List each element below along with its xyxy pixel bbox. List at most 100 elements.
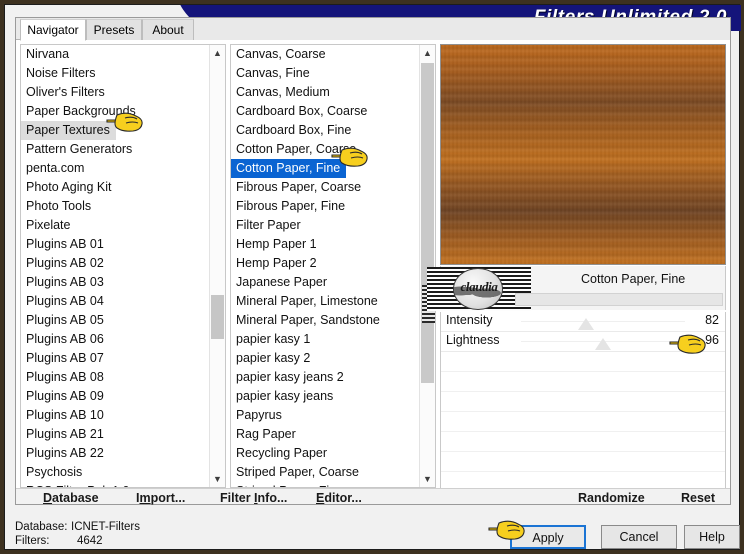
slider-row[interactable]: Lightness 96 — [441, 332, 725, 352]
slider-thumb[interactable] — [594, 338, 611, 350]
category-item[interactable]: Pattern Generators — [21, 140, 209, 159]
category-item[interactable]: Plugins AB 10 — [21, 406, 209, 425]
import-button[interactable]: Import... — [136, 491, 185, 505]
category-item[interactable]: Nirvana — [21, 45, 209, 64]
filter-item[interactable]: Striped Paper, Coarse — [231, 463, 419, 482]
scroll-up-icon[interactable]: ▲ — [420, 45, 435, 61]
filter-item[interactable]: Fibrous Paper, Fine — [231, 197, 419, 216]
category-item[interactable]: Noise Filters — [21, 64, 209, 83]
slider-value: 82 — [705, 313, 719, 327]
preview-progress-bar[interactable] — [515, 293, 723, 306]
filter-item[interactable]: Canvas, Fine — [231, 64, 419, 83]
filter-item[interactable]: Cardboard Box, Coarse — [231, 102, 419, 121]
application-window: Filters Unlimited 2.0 Navigator Presets … — [0, 0, 744, 554]
action-link-bar: Database Import... Filter Info... Editor… — [16, 488, 730, 505]
category-item[interactable]: Plugins AB 01 — [21, 235, 209, 254]
filter-item[interactable]: Canvas, Medium — [231, 83, 419, 102]
database-button[interactable]: Database — [43, 491, 99, 505]
category-list-items[interactable]: Nirvana Noise Filters Oliver's Filters Pape… — [21, 45, 209, 487]
category-item[interactable]: Plugins AB 22 — [21, 444, 209, 463]
filter-item[interactable]: Cotton Paper, Fine — [231, 159, 347, 178]
slider-track[interactable] — [521, 321, 685, 322]
category-item[interactable]: Plugins AB 03 — [21, 273, 209, 292]
filters-count-value: 4642 — [77, 535, 103, 547]
filter-item[interactable]: Striped Paper, Fine — [231, 482, 419, 487]
parameter-sliders: Intensity 82 Lightness 96 — [440, 312, 726, 492]
category-item[interactable]: Plugins AB 02 — [21, 254, 209, 273]
tab-strip: Navigator Presets About — [16, 18, 730, 41]
filters-label: Filters: — [15, 535, 50, 547]
filter-item[interactable]: papier kasy jeans 2 — [231, 368, 419, 387]
filter-item[interactable]: papier kasy 1 — [231, 330, 419, 349]
scrollbar-thumb[interactable] — [421, 63, 435, 383]
category-item[interactable]: Plugins AB 04 — [21, 292, 209, 311]
category-list[interactable]: Nirvana Noise Filters Oliver's Filters Pape… — [20, 44, 226, 488]
editor-button[interactable]: Editor... — [316, 491, 362, 505]
filter-item[interactable]: Hemp Paper 1 — [231, 235, 419, 254]
filter-item[interactable]: Mineral Paper, Limestone — [231, 292, 419, 311]
tab-strip-filler — [194, 19, 730, 40]
category-item[interactable]: penta.com — [21, 159, 209, 178]
category-item[interactable]: Photo Aging Kit — [21, 178, 209, 197]
filter-item[interactable]: Mineral Paper, Sandstone — [231, 311, 419, 330]
scroll-up-icon[interactable]: ▲ — [210, 45, 225, 61]
slider-row[interactable]: Intensity 82 — [441, 312, 725, 332]
scroll-down-icon[interactable]: ▼ — [420, 471, 435, 487]
database-label: Database: — [15, 521, 68, 533]
tab-presets[interactable]: Presets — [86, 19, 142, 40]
status-bar: Database: ICNET-Filters Filters: 4642 Ap… — [15, 509, 740, 549]
help-button[interactable]: Help — [684, 525, 740, 549]
category-item[interactable]: Photo Tools — [21, 197, 209, 216]
category-item[interactable]: Psychosis — [21, 463, 209, 482]
category-item[interactable]: Plugins AB 09 — [21, 387, 209, 406]
category-item[interactable]: Paper Backgrounds — [21, 102, 209, 121]
filter-item[interactable]: papier kasy 2 — [231, 349, 419, 368]
slider-value: 96 — [705, 333, 719, 347]
category-item[interactable]: RCS Filter Pak 1.0 — [21, 482, 209, 487]
filter-item[interactable]: Cotton Paper, Coarse — [231, 140, 419, 159]
filter-item[interactable]: Fibrous Paper, Coarse — [231, 178, 419, 197]
apply-button[interactable]: Apply — [510, 525, 586, 549]
filter-item[interactable]: Japanese Paper — [231, 273, 419, 292]
filter-item[interactable]: Rag Paper — [231, 425, 419, 444]
slider-row-empty — [441, 432, 725, 452]
category-item[interactable]: Plugins AB 07 — [21, 349, 209, 368]
scroll-down-icon[interactable]: ▼ — [210, 471, 225, 487]
selected-filter-name: Cotton Paper, Fine — [581, 272, 686, 286]
watermark-label: claudia — [460, 279, 498, 294]
category-item[interactable]: Plugins AB 05 — [21, 311, 209, 330]
category-item[interactable]: Plugins AB 08 — [21, 368, 209, 387]
slider-row-empty — [441, 412, 725, 432]
filter-list-items[interactable]: Canvas, Coarse Canvas, Fine Canvas, Medium… — [231, 45, 419, 487]
slider-row-empty — [441, 392, 725, 412]
filter-item[interactable]: Recycling Paper — [231, 444, 419, 463]
filter-item[interactable]: Hemp Paper 2 — [231, 254, 419, 273]
tab-navigator[interactable]: Navigator — [20, 19, 86, 41]
filter-list-scrollbar[interactable]: ▲ ▼ — [419, 45, 435, 487]
category-item[interactable]: Oliver's Filters — [21, 83, 209, 102]
randomize-button[interactable]: Randomize — [578, 491, 645, 505]
slider-thumb[interactable] — [577, 318, 594, 330]
filter-item[interactable]: Papyrus — [231, 406, 419, 425]
window-client-area: Filters Unlimited 2.0 Navigator Presets … — [5, 5, 741, 549]
filter-item[interactable]: Filter Paper — [231, 216, 419, 235]
filter-item[interactable]: Cardboard Box, Fine — [231, 121, 419, 140]
slider-row-empty — [441, 372, 725, 392]
filter-list[interactable]: Canvas, Coarse Canvas, Fine Canvas, Medium… — [230, 44, 436, 488]
filter-info-button[interactable]: Filter Info... — [220, 491, 287, 505]
tab-about[interactable]: About — [142, 19, 194, 40]
cancel-button[interactable]: Cancel — [601, 525, 677, 549]
category-item[interactable]: Plugins AB 06 — [21, 330, 209, 349]
slider-row-empty — [441, 352, 725, 372]
scrollbar-thumb[interactable] — [211, 295, 224, 339]
category-item[interactable]: Plugins AB 21 — [21, 425, 209, 444]
filter-preview-image[interactable] — [440, 44, 726, 265]
filter-item[interactable]: papier kasy jeans — [231, 387, 419, 406]
reset-button[interactable]: Reset — [681, 491, 715, 505]
category-item[interactable]: Paper Textures — [21, 121, 116, 140]
filter-item[interactable]: Canvas, Coarse — [231, 45, 419, 64]
slider-row-empty — [441, 452, 725, 472]
category-list-scrollbar[interactable]: ▲ ▼ — [209, 45, 225, 487]
database-value: ICNET-Filters — [71, 521, 140, 533]
category-item[interactable]: Pixelate — [21, 216, 209, 235]
